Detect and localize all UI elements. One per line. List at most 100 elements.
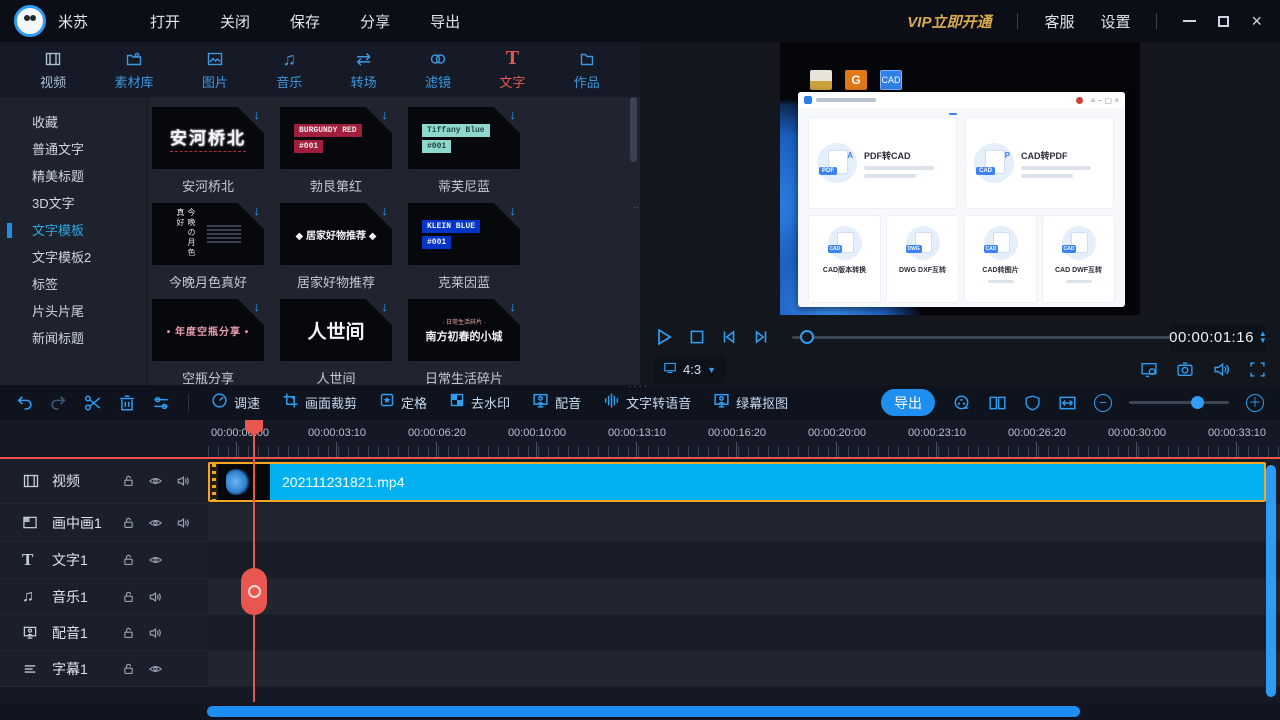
tab-video[interactable]: 视频 [40,49,66,91]
category-plain-text[interactable]: 普通文字 [0,136,147,163]
volume-icon[interactable] [1212,361,1231,378]
track-header-pip[interactable]: 画中画1 [0,504,208,542]
lock-icon[interactable] [122,553,135,567]
download-icon[interactable]: ↓ [510,299,517,314]
vip-upgrade-link[interactable]: VIP立即开通 [907,11,991,32]
shield-icon[interactable] [1024,394,1041,412]
cut-scissors-icon[interactable] [83,394,103,412]
stop-button[interactable] [688,328,706,346]
progress-handle[interactable] [800,330,814,344]
export-button[interactable]: 导出 [881,389,935,416]
track-header-text[interactable]: T 文字1 [0,542,208,579]
timecode-display[interactable]: 00:00:01:16 ▲▼ [1170,324,1266,351]
lock-icon[interactable] [122,626,135,640]
redo-icon[interactable] [49,394,68,411]
category-favorites[interactable]: 收藏 [0,109,147,136]
category-text-templates-2[interactable]: 文字模板2 [0,244,147,271]
visibility-eye-icon[interactable] [148,516,163,530]
mute-speaker-icon[interactable] [176,516,191,530]
mute-speaker-icon[interactable] [148,626,163,640]
download-icon[interactable]: ↓ [254,299,261,314]
timeline-resize-handle[interactable]: ···· [628,381,649,392]
delete-trash-icon[interactable] [118,394,136,412]
template-item[interactable]: 今晚の月色真好 ↓ 今晚月色真好 [152,203,264,291]
category-labels[interactable]: 标签 [0,271,147,298]
tool-crop[interactable]: 画面裁剪 [282,392,357,414]
template-item[interactable]: • 年度空瓶分享 • ↓ 空瓶分享 [152,299,264,387]
aspect-ratio-selector[interactable]: 4:3 ▼ [654,357,725,383]
tab-text[interactable]: T 文字 [499,49,525,91]
visibility-eye-icon[interactable] [148,553,163,567]
mute-speaker-icon[interactable] [176,474,191,488]
tool-voiceover[interactable]: 配音 [532,392,581,414]
mute-speaker-icon[interactable] [148,590,163,604]
tab-library[interactable]: 素材库 [115,49,154,91]
close-button[interactable]: × [1251,12,1262,30]
tab-music[interactable]: ♫ 音乐 [276,49,302,91]
tool-speed[interactable]: 调速 [211,392,260,414]
template-item[interactable]: · 日常生活碎片 · 南方初春的小城 ↓ 日常生活碎片 [408,299,520,387]
timeline-vertical-scrollbar[interactable] [1266,465,1276,697]
snapshot-camera-icon[interactable] [1176,361,1194,378]
tool-green-screen[interactable]: 绿幕抠图 [713,392,788,414]
tab-works[interactable]: 作品 [574,49,600,91]
category-intro-outro[interactable]: 片头片尾 [0,298,147,325]
split-compare-icon[interactable] [988,394,1007,412]
download-icon[interactable]: ↓ [382,107,389,122]
undo-icon[interactable] [15,394,34,411]
render-reel-icon[interactable] [952,394,971,412]
tab-image[interactable]: 图片 [202,49,228,91]
clip-settings-icon[interactable] [151,394,171,412]
support-link[interactable]: 客服 [1044,11,1074,32]
track-header-music[interactable]: ♫ 音乐1 [0,579,208,615]
download-icon[interactable]: ↓ [510,107,517,122]
category-3d-text[interactable]: 3D文字 [0,190,147,217]
template-item[interactable]: 人世间 ↓ 人世间 [280,299,392,387]
template-item[interactable]: KLEIN BLUE #001 ↓ 克莱因蓝 [408,203,520,291]
download-icon[interactable]: ↓ [382,299,389,314]
music-lane[interactable] [208,579,1280,615]
tool-freeze-frame[interactable]: 定格 [379,392,427,413]
display-settings-icon[interactable] [1140,361,1158,378]
download-icon[interactable]: ↓ [254,107,261,122]
timeline-clip[interactable]: 202111231821.mp4 [208,462,1266,502]
maximize-button[interactable] [1218,16,1229,27]
track-header-video[interactable]: 视频 [0,459,208,504]
text-lane[interactable] [208,542,1280,579]
playhead-handle[interactable] [241,568,267,615]
track-header-subtitle[interactable]: 字幕1 [0,651,208,687]
lock-icon[interactable] [122,474,135,488]
fit-width-icon[interactable] [1058,394,1077,412]
timeline-horizontal-scrollbar[interactable] [207,706,1080,717]
lock-icon[interactable] [122,516,135,530]
play-button[interactable] [654,327,674,347]
zoom-handle[interactable] [1191,396,1204,409]
category-text-templates[interactable]: 文字模板 [0,217,147,244]
dub-lane[interactable] [208,615,1280,651]
menu-export[interactable]: 导出 [430,11,460,32]
tab-transition[interactable]: ⇄ 转场 [351,49,377,91]
menu-save[interactable]: 保存 [290,11,320,32]
preview-progress-slider[interactable] [792,336,1170,339]
download-icon[interactable]: ↓ [510,203,517,218]
category-news-titles[interactable]: 新闻标题 [0,325,147,352]
playhead-line[interactable] [253,420,255,702]
category-fancy-titles[interactable]: 精美标题 [0,163,147,190]
tab-filter[interactable]: 滤镜 [425,49,451,91]
visibility-eye-icon[interactable] [148,662,163,676]
download-icon[interactable]: ↓ [254,203,261,218]
tool-text-to-speech[interactable]: 文字转语音 [603,392,691,414]
timecode-spinner[interactable]: ▲▼ [1259,331,1267,344]
template-item[interactable]: ◆ 居家好物推荐 ◆ ↓ 居家好物推荐 [280,203,392,291]
menu-open[interactable]: 打开 [150,11,180,32]
lock-icon[interactable] [122,590,135,604]
video-preview[interactable]: G CAD ≡ − ▢ × A PDF [780,42,1140,315]
timeline-zoom-slider[interactable] [1129,401,1229,404]
zoom-out-button[interactable]: − [1094,394,1112,412]
track-header-dub[interactable]: 配音1 [0,615,208,651]
panel-resize-handle[interactable]: ···· [633,205,637,219]
template-item[interactable]: Tiffany Blue #001 ↓ 蒂芙尼蓝 [408,107,520,195]
tool-watermark-remove[interactable]: 去水印 [449,392,510,413]
visibility-eye-icon[interactable] [148,474,163,488]
template-item[interactable]: BURGUNDY RED #001 ↓ 勃艮第红 [280,107,392,195]
